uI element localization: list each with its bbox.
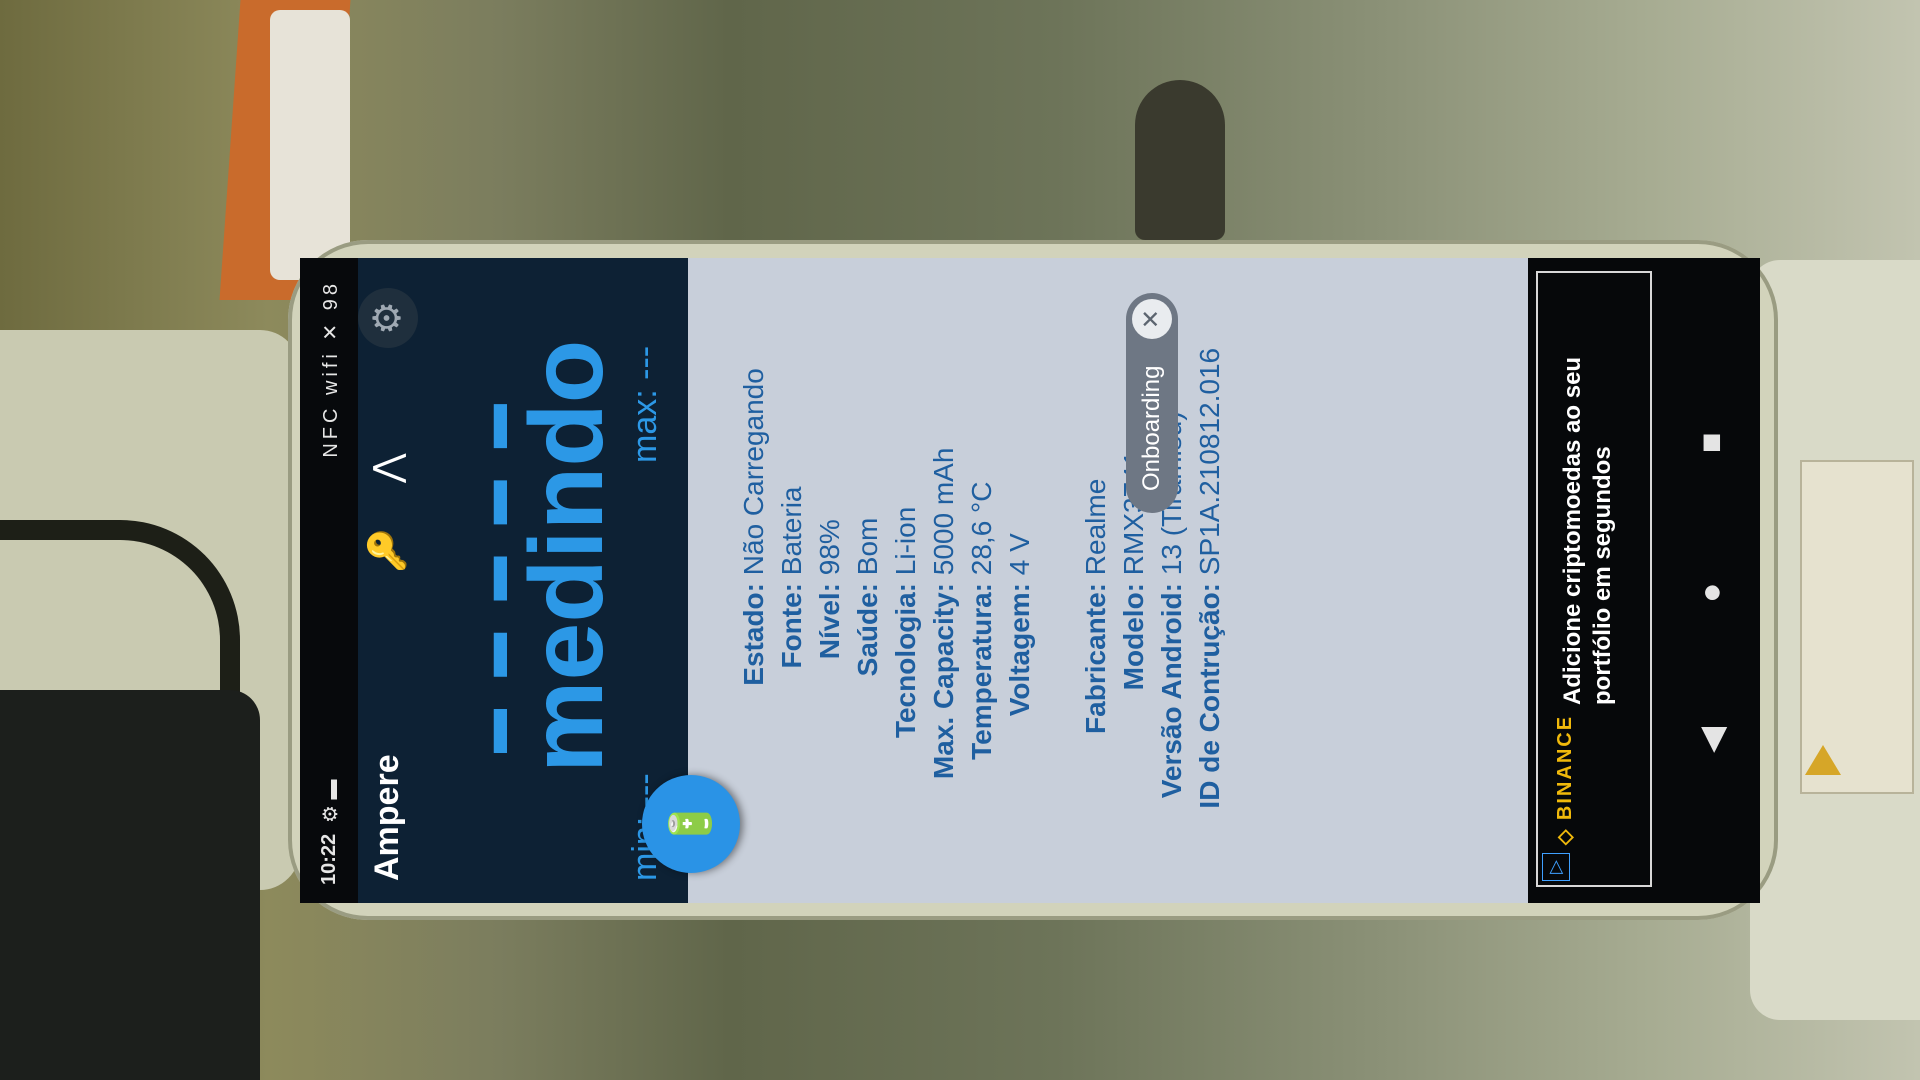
info-row-fabricante: Fabricante: Realme: [1080, 478, 1111, 734]
info-row-nivel: Nível: 98%: [814, 519, 845, 660]
home-icon[interactable]: ●: [1692, 582, 1731, 603]
ad-text: Adicione criptomoedas ao seu portfólio e…: [1559, 356, 1616, 705]
recent-apps-icon[interactable]: ■: [1692, 432, 1731, 453]
info-row-fonte: Fonte: Bateria: [776, 486, 807, 669]
status-left-icons: ⚙ ▬: [320, 779, 342, 824]
max-current-label: max: ---: [626, 345, 664, 463]
battery-icon: 🔋: [669, 799, 713, 849]
status-right-icons: NFC wifi ✕ 98: [320, 280, 342, 458]
gear-icon: ⚙: [367, 300, 409, 336]
ad-banner[interactable]: ▷ ◇ BINANCE Adicione criptomoedas ao seu…: [1528, 258, 1658, 903]
binance-logo: ◇ BINANCE: [1554, 714, 1576, 845]
info-row-voltagem: Voltagem: 4 V: [1004, 533, 1035, 717]
robot-label-sticker: [1800, 460, 1914, 794]
info-row-temperatura: Temperatura: 28,6 °C: [966, 481, 997, 760]
info-row-saude: Saúde: Bom: [852, 517, 883, 677]
close-icon[interactable]: ✕: [1132, 299, 1172, 339]
battery-fab-button[interactable]: 🔋: [642, 775, 740, 873]
key-icon[interactable]: 🔑: [366, 528, 407, 573]
share-icon[interactable]: ⋀: [366, 443, 407, 483]
warning-triangle-icon: [1805, 745, 1841, 775]
ad-info-icon[interactable]: ▷: [1542, 853, 1570, 881]
app-title: Ampere: [368, 754, 406, 881]
ad-box[interactable]: ▷ ◇ BINANCE Adicione criptomoedas ao seu…: [1536, 271, 1652, 887]
app-header: Ampere 🔑 ⋀ ⚙ ▬ ▬ ▬ ▬ ▬ medindo min: --- …: [358, 258, 688, 903]
background-person: [1135, 80, 1225, 240]
onboarding-label: Onboarding: [1138, 365, 1165, 491]
status-bar: 10:22 ⚙ ▬ NFC wifi ✕ 98: [300, 258, 358, 903]
measuring-status: medindo: [509, 339, 625, 773]
info-row-estado: Estado: Não Carregando: [738, 368, 769, 686]
dark-camera-block: [0, 690, 260, 1080]
back-icon[interactable]: ◀: [1692, 727, 1732, 753]
android-screen: 10:22 ⚙ ▬ NFC wifi ✕ 98 Ampere 🔑 ⋀ ⚙ ▬ ▬…: [300, 258, 1760, 903]
background-white-tag: [270, 10, 350, 280]
info-row-build-id: ID de Contrução: SP1A.210812.016: [1194, 347, 1225, 809]
status-time: 10:22: [318, 833, 340, 885]
info-row-max-capacity: Max. Capacity: 5000 mAh: [928, 447, 959, 780]
onboarding-chip[interactable]: Onboarding ✕: [1126, 293, 1178, 513]
info-row-tecnologia: Tecnologia: Li-ion: [890, 506, 921, 739]
navigation-bar: ◀ ● ■: [1658, 258, 1760, 903]
battery-info-panel: Estado: Não Carregando Fonte: Bateria Ní…: [688, 258, 1528, 903]
settings-gear-button[interactable]: ⚙: [358, 288, 418, 348]
